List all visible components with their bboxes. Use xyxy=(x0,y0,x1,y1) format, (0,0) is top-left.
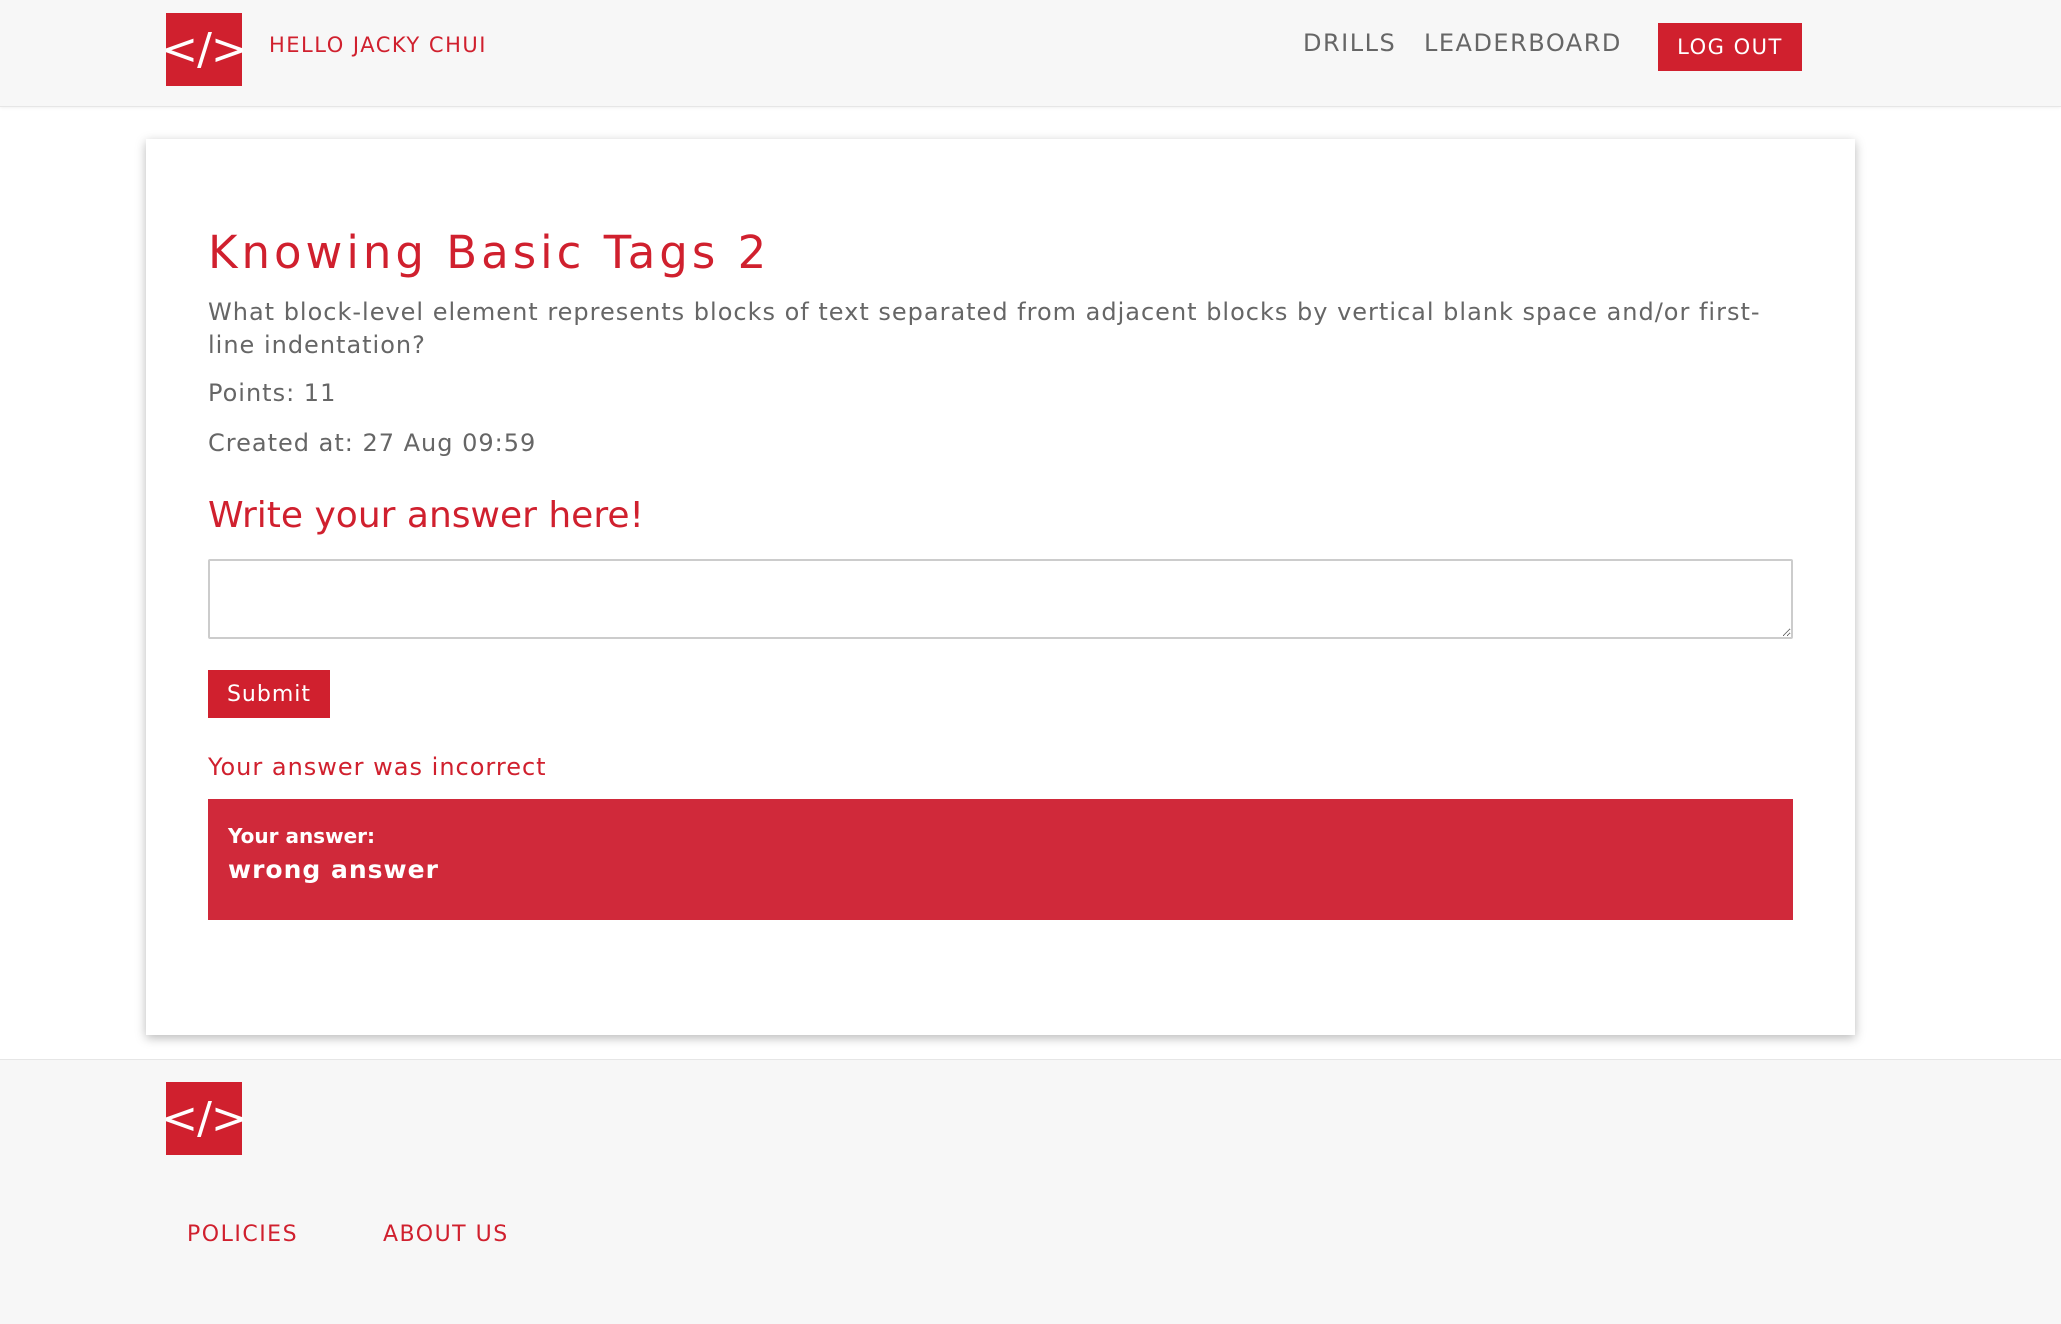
site-footer: </> POLICIES ABOUT US xyxy=(0,1059,2061,1324)
nav-drills-link[interactable]: DRILLS xyxy=(1303,29,1396,57)
footer-logo-text: </> xyxy=(161,1093,248,1144)
nav-leaderboard-link[interactable]: LEADERBOARD xyxy=(1424,29,1622,57)
drill-points: Points: 11 xyxy=(208,379,337,407)
code-brackets-icon[interactable]: </> xyxy=(161,13,248,86)
result-box: Your answer: wrong answer xyxy=(208,799,1793,920)
code-brackets-icon[interactable]: </> xyxy=(161,1082,248,1155)
logo-text: </> xyxy=(161,24,248,75)
drill-card: Knowing Basic Tags 2 What block-level el… xyxy=(146,139,1855,1035)
footer-about-link[interactable]: ABOUT US xyxy=(383,1222,509,1247)
logout-button[interactable]: LOG OUT xyxy=(1658,23,1802,71)
answer-heading: Write your answer here! xyxy=(208,495,644,536)
user-greeting: HELLO JACKY CHUI xyxy=(269,33,487,57)
result-message: Your answer was incorrect xyxy=(208,753,547,781)
footer-policies-link[interactable]: POLICIES xyxy=(187,1222,298,1247)
drill-created-at: Created at: 27 Aug 09:59 xyxy=(208,429,537,457)
your-answer-value: wrong answer xyxy=(228,855,439,884)
answer-input[interactable] xyxy=(208,559,1793,639)
your-answer-label: Your answer: xyxy=(228,824,375,848)
submit-button[interactable]: Submit xyxy=(208,670,330,718)
site-header: </> HELLO JACKY CHUI DRILLS LEADERBOARD … xyxy=(0,0,2061,107)
drill-title: Knowing Basic Tags 2 xyxy=(208,226,771,279)
drill-question: What block-level element represents bloc… xyxy=(208,298,1761,359)
